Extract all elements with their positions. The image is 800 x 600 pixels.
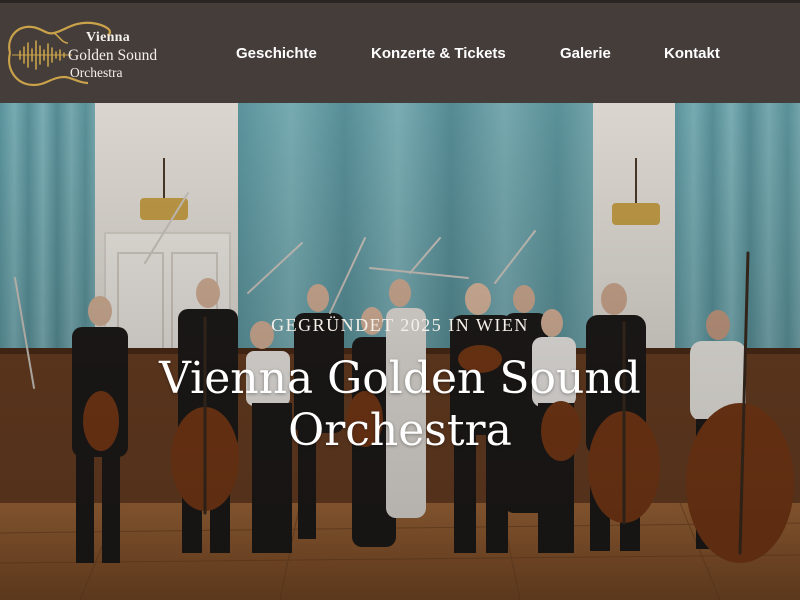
main-navigation: Geschichte Konzerte & Tickets Galerie Ko… <box>0 3 800 106</box>
nav-link-kontakt[interactable]: Kontakt <box>664 45 720 62</box>
hero-section: Gegründet 2025 in Wien Vienna Golden Sou… <box>0 103 800 600</box>
hero-title-line-1: Vienna Golden Sound <box>159 353 641 404</box>
nav-link-geschichte[interactable]: Geschichte <box>236 45 317 62</box>
hero-text: Gegründet 2025 in Wien Vienna Golden Sou… <box>0 103 800 600</box>
nav-link-konzerte-tickets[interactable]: Konzerte & Tickets <box>371 45 506 62</box>
hero-title: Vienna Golden Sound Orchestra <box>0 353 800 457</box>
hero-kicker: Gegründet 2025 in Wien <box>271 315 529 335</box>
site-header: Vienna Golden Sound Orchestra Geschichte… <box>0 0 800 103</box>
nav-link-galerie[interactable]: Galerie <box>560 45 611 62</box>
hero-title-line-2: Orchestra <box>288 405 512 456</box>
